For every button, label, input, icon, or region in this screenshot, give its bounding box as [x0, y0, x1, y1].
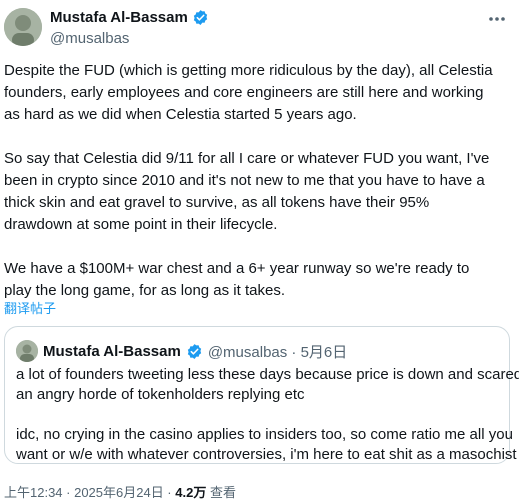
more-button[interactable] [486, 8, 508, 30]
author-name[interactable]: Mustafa Al-Bassam [50, 9, 188, 26]
more-horizontal-icon [489, 17, 505, 21]
quoted-avatar [16, 340, 38, 362]
tweet-header: Mustafa Al-Bassam @musalbas [0, 0, 519, 52]
quoted-tweet-text: a lot of founders tweeting less these da… [16, 365, 519, 465]
tweet-paragraph: So say that Celestia did 9/11 for all I … [4, 150, 490, 233]
verified-badge-icon [187, 343, 201, 359]
views-label: 查看 [206, 485, 236, 500]
quoted-author-name: Mustafa Al-Bassam [43, 342, 181, 360]
quoted-paragraph: a lot of founders tweeting less these da… [16, 366, 519, 403]
quoted-tweet[interactable]: Mustafa Al-Bassam @musalbas · 5月6日 a lot… [4, 326, 519, 465]
tweet-paragraph: Despite the FUD (which is getting more r… [4, 62, 493, 123]
quoted-tweet-header: Mustafa Al-Bassam @musalbas · 5月6日 [16, 340, 347, 362]
view-count: 4.2万 [175, 485, 207, 500]
quoted-handle-date: @musalbas · 5月6日 [207, 343, 348, 361]
avatar[interactable] [4, 8, 42, 46]
author-name-row[interactable]: Mustafa Al-Bassam [50, 9, 209, 26]
author-handle[interactable]: @musalbas [50, 30, 129, 47]
verified-badge-icon [193, 10, 207, 25]
tweet-timestamp[interactable]: 上午12:34 · 2025年6月24日 · [4, 485, 175, 500]
avatar-image [4, 8, 42, 46]
tweet-text: Despite the FUD (which is getting more r… [4, 60, 514, 302]
tweet-meta: 上午12:34 · 2025年6月24日 · 4.2万 查看 [4, 482, 236, 501]
tweet-paragraph: We have a $100M+ war chest and a 6+ year… [4, 260, 470, 299]
quoted-avatar-image [16, 340, 38, 362]
translate-post-link[interactable]: 翻译帖子 [4, 298, 56, 317]
quoted-paragraph: idc, no crying in the casino applies to … [16, 426, 517, 463]
